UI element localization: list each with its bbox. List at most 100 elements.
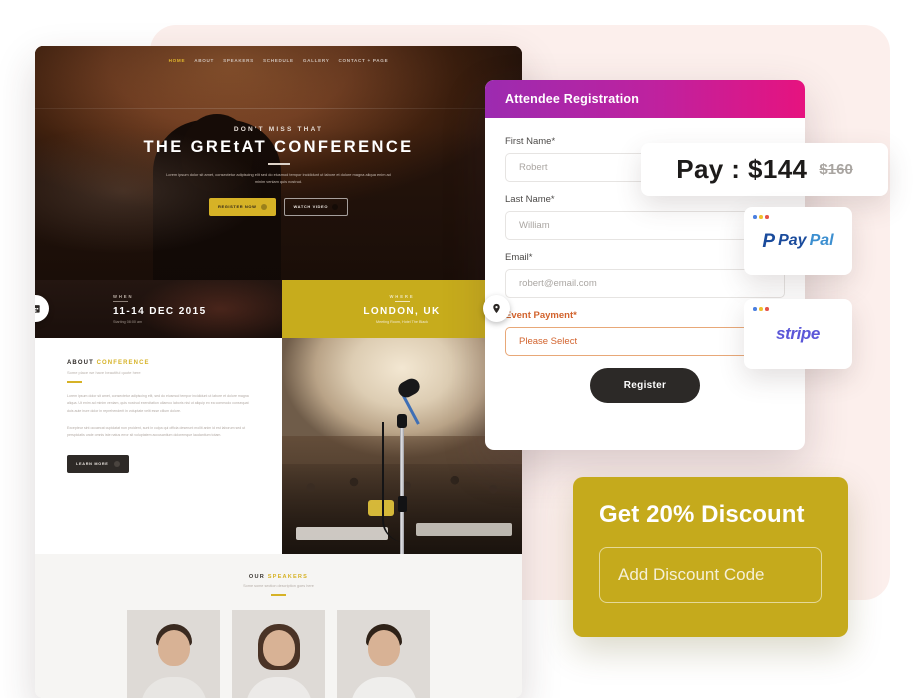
- about-paragraph-1: Lorem ipsum dolor sit amet, consectetur …: [67, 394, 249, 413]
- paypal-word-pal: Pal: [809, 232, 834, 249]
- event-payment-select[interactable]: Please Select: [505, 327, 785, 356]
- about-subtitle: Some place we have beautiful quote here: [67, 370, 141, 375]
- email-input[interactable]: robert@email.com: [505, 269, 785, 298]
- about-title-plain: ABOUT: [67, 360, 97, 366]
- about-row: ABOUT CONFERENCE Some place we have beau…: [35, 338, 522, 554]
- where-underline: [394, 301, 410, 302]
- dot-blue-icon: [753, 307, 757, 311]
- microphone-stand: [400, 420, 404, 554]
- hero-section: HOME ABOUT SPEAKERS SCHEDULE GALLERY CON…: [35, 46, 522, 280]
- when-where-strip: WHEN 11-14 DEC 2015 Starting 08:00 am WH…: [35, 280, 522, 338]
- speakers-grid: [35, 610, 522, 698]
- about-section: ABOUT CONFERENCE Some place we have beau…: [35, 338, 282, 554]
- hero-text-block: DON'T MISS THAT THE GREtAT CONFERENCE Lo…: [35, 126, 522, 216]
- where-note: Meeting Room, Hotel The Black: [376, 320, 428, 324]
- discount-card: Get 20% Discount Add Discount Code: [573, 477, 848, 637]
- email-value: robert@email.com: [519, 278, 597, 289]
- about-title: ABOUT CONFERENCE: [67, 360, 256, 366]
- when-label: WHEN: [113, 294, 207, 302]
- event-payment-label: Event Payment*: [505, 310, 577, 321]
- arrow-icon: [260, 203, 267, 210]
- register-button-label: Register: [623, 380, 667, 391]
- dot-blue-icon: [753, 215, 757, 219]
- speaker-photo-3[interactable]: [337, 610, 430, 698]
- register-button[interactable]: Register: [589, 368, 701, 403]
- price-amount: Pay : $144: [676, 154, 808, 184]
- about-title-accent: CONFERENCE: [96, 360, 150, 366]
- paypal-card[interactable]: P Pay Pal: [744, 207, 852, 275]
- registration-title: Attendee Registration: [505, 92, 640, 106]
- screenshot-root: HOME ABOUT SPEAKERS SCHEDULE GALLERY CON…: [0, 0, 919, 698]
- dot-yellow-icon: [759, 215, 763, 219]
- learn-more-button[interactable]: LEARN MORE: [67, 455, 129, 474]
- about-paragraph-2: Excepteur sint occaecat cupidatat non pr…: [67, 425, 246, 438]
- paypal-logo: P Pay Pal: [762, 232, 833, 251]
- speakers-section: OUR SPEAKERS Some some section descripti…: [35, 554, 522, 698]
- speaker-shoulders: [140, 677, 207, 698]
- price-original: $160: [819, 161, 853, 178]
- first-name-value: Robert: [519, 162, 548, 173]
- discount-title: Get 20% Discount: [599, 501, 805, 528]
- dot-red-icon: [765, 307, 769, 311]
- nav-item-gallery[interactable]: GALLERY: [303, 58, 330, 63]
- microphone-clamp-lower: [397, 496, 407, 512]
- hero-rule: [267, 163, 290, 165]
- last-name-input[interactable]: William: [505, 211, 785, 240]
- hero-buttons: REGISTER NOW WATCH VIDEO: [35, 197, 522, 216]
- when-value: 11-14 DEC 2015: [113, 306, 207, 317]
- microphone-clamp: [397, 414, 407, 428]
- speaker-photo-1[interactable]: [127, 610, 220, 698]
- speakers-accent-bar: [271, 594, 286, 596]
- window-traffic-lights: [753, 215, 769, 219]
- hero-title: THE GREtAT CONFERENCE: [143, 138, 414, 156]
- microphone-head: [395, 375, 423, 401]
- hero-kicker: DON'T MISS THAT: [233, 126, 324, 133]
- where-value: LONDON, UK: [363, 306, 441, 317]
- speaker-face: [367, 630, 400, 666]
- hero-register-button[interactable]: REGISTER NOW: [208, 197, 276, 216]
- when-body: WHEN 11-14 DEC 2015 Starting 08:00 am: [113, 294, 207, 324]
- when-label-text: WHEN: [113, 294, 134, 299]
- registration-header: Attendee Registration: [485, 80, 805, 118]
- email-label: Email*: [505, 252, 533, 263]
- event-payment-value: Please Select: [519, 336, 578, 347]
- hero-watch-video-button[interactable]: WATCH VIDEO: [283, 197, 349, 216]
- speakers-title: OUR SPEAKERS: [35, 574, 522, 580]
- nav-item-schedule[interactable]: SCHEDULE: [263, 58, 294, 63]
- discount-code-placeholder: Add Discount Code: [618, 565, 765, 584]
- nav-item-contact[interactable]: CONTACT + PAGE: [339, 58, 389, 63]
- nav-item-about[interactable]: ABOUT: [194, 58, 214, 63]
- speakers-title-accent: SPEAKERS: [267, 574, 309, 580]
- speakers-title-plain: OUR: [248, 574, 268, 580]
- discount-code-input[interactable]: Add Discount Code: [599, 547, 822, 603]
- last-name-value: William: [519, 220, 550, 231]
- speaker-face: [262, 630, 295, 666]
- stripe-card[interactable]: stripe: [744, 299, 852, 369]
- nav-item-home[interactable]: HOME: [169, 58, 186, 63]
- when-note: Starting 08:00 am: [113, 320, 143, 324]
- register-button-row: Register: [505, 368, 785, 403]
- where-label-text: WHERE: [389, 294, 415, 299]
- dot-yellow-icon: [759, 307, 763, 311]
- price-card: Pay : $144 $160: [641, 143, 888, 196]
- speaker-photo-2[interactable]: [232, 610, 325, 698]
- paypal-mark-icon: P: [762, 230, 776, 252]
- speaker-face: [157, 630, 190, 666]
- calendar-icon: [35, 295, 49, 322]
- hero-watch-label: WATCH VIDEO: [293, 204, 329, 210]
- hero-subtitle: Lorem ipsum dolor sit amet, consectetur …: [166, 172, 391, 184]
- when-block: WHEN 11-14 DEC 2015 Starting 08:00 am: [35, 280, 282, 338]
- site-navigation[interactable]: HOME ABOUT SPEAKERS SCHEDULE GALLERY CON…: [35, 46, 522, 63]
- speaker-shoulders: [350, 677, 417, 698]
- stripe-logo: stripe: [776, 324, 820, 343]
- nav-item-speakers[interactable]: SPEAKERS: [223, 58, 254, 63]
- paypal-word-pay: Pay: [778, 232, 807, 249]
- table-front-left: [296, 527, 388, 540]
- window-traffic-lights: [753, 307, 769, 311]
- where-label: WHERE: [389, 294, 414, 302]
- map-pin-icon: [483, 295, 510, 322]
- speakers-subtitle: Some some section description goes here: [243, 584, 314, 588]
- when-underline: [113, 301, 128, 302]
- table-front-right: [416, 523, 513, 536]
- hero-register-label: REGISTER NOW: [217, 204, 257, 210]
